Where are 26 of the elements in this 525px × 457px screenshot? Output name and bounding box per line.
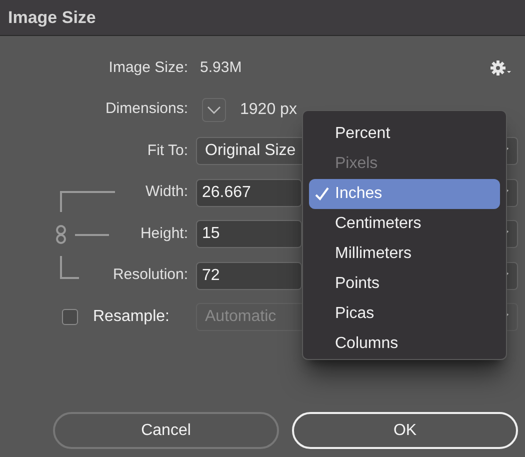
dimensions-value: 1920 px bbox=[240, 100, 297, 120]
cancel-button[interactable]: Cancel bbox=[53, 412, 279, 449]
menu-item[interactable]: Centimeters bbox=[309, 209, 500, 239]
field-label: Dimensions: bbox=[105, 99, 188, 120]
window-title: Image Size bbox=[8, 6, 96, 29]
menu-item[interactable]: Picas bbox=[309, 299, 500, 329]
chevron-icon bbox=[207, 106, 221, 114]
menu-item[interactable]: Millimeters bbox=[309, 239, 500, 269]
field-label: Resample: bbox=[93, 307, 170, 327]
field-label: Width: bbox=[145, 182, 188, 202]
field-label: Resolution: bbox=[112, 265, 188, 286]
settings-icon[interactable] bbox=[490, 60, 512, 76]
expand-toggle[interactable] bbox=[202, 98, 226, 122]
input-field[interactable]: 15 bbox=[196, 220, 302, 248]
menu-item[interactable]: Inches bbox=[309, 179, 500, 209]
input-field[interactable]: 26.667 bbox=[196, 178, 302, 206]
field-label: Fit To: bbox=[147, 140, 188, 161]
menu-item[interactable]: Points bbox=[309, 269, 500, 299]
menu-item[interactable]: Columns bbox=[309, 329, 500, 359]
ok-button[interactable]: OK bbox=[292, 412, 518, 449]
image-size-value: 5.93M bbox=[200, 58, 242, 78]
menu-item[interactable]: Percent bbox=[309, 119, 500, 149]
field-label: Height: bbox=[140, 224, 188, 244]
check-icon bbox=[315, 187, 329, 201]
input-field[interactable]: 72 bbox=[196, 262, 302, 290]
field-label: Image Size: bbox=[108, 58, 188, 78]
